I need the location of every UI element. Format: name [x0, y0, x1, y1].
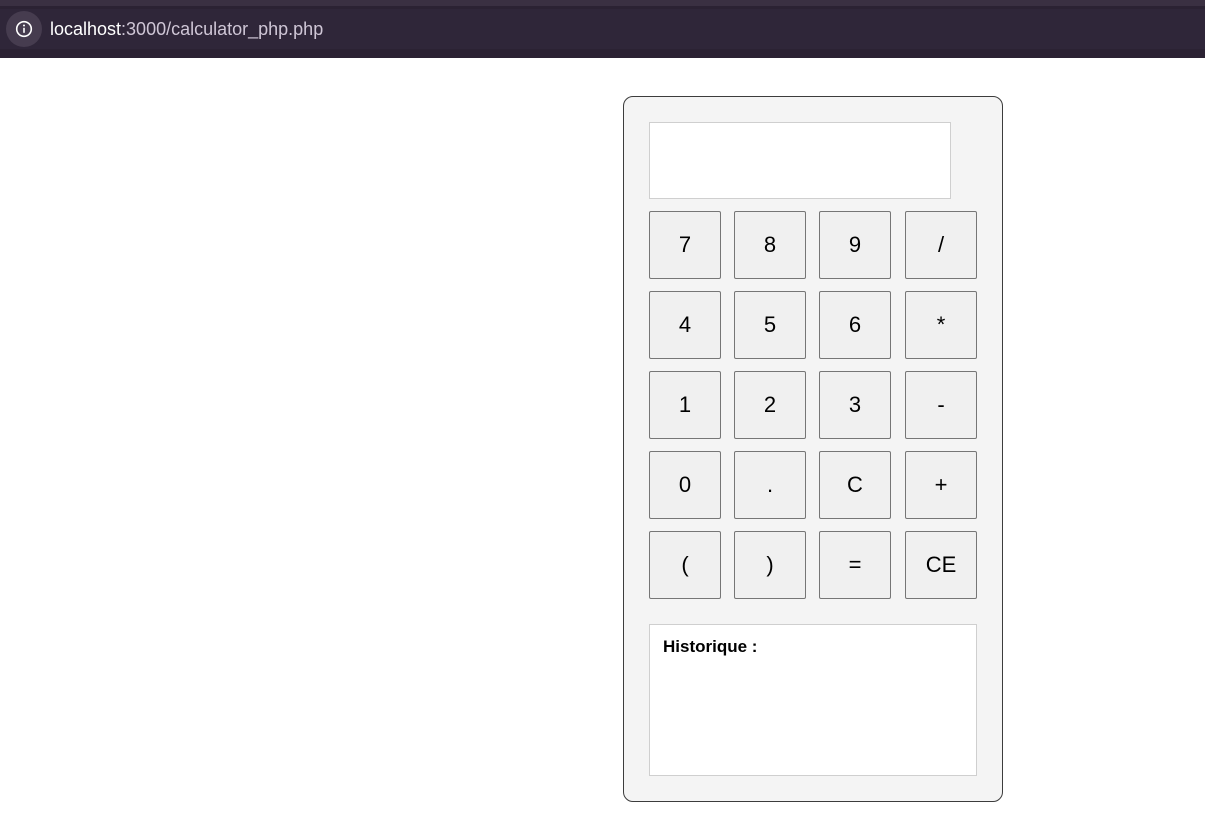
browser-toolbar: localhost:3000/calculator_php.php	[0, 0, 1205, 58]
url-text[interactable]: localhost:3000/calculator_php.php	[50, 18, 323, 40]
key-4[interactable]: 4	[649, 291, 721, 359]
key-2[interactable]: 2	[734, 371, 806, 439]
key-7[interactable]: 7	[649, 211, 721, 279]
key-close-paren[interactable]: )	[734, 531, 806, 599]
calculator-display[interactable]	[649, 122, 951, 199]
key-5[interactable]: 5	[734, 291, 806, 359]
calculator-panel: 7 8 9 / 4 5 6 * 1 2 3 - 0 . C + ( ) = CE…	[623, 96, 1003, 802]
url-host: localhost	[50, 19, 122, 39]
history-panel: Historique :	[649, 624, 977, 776]
key-subtract[interactable]: -	[905, 371, 977, 439]
key-1[interactable]: 1	[649, 371, 721, 439]
key-8[interactable]: 8	[734, 211, 806, 279]
history-title: Historique :	[663, 637, 758, 656]
address-bar[interactable]: localhost:3000/calculator_php.php	[0, 9, 1205, 49]
key-clear[interactable]: C	[819, 451, 891, 519]
key-clear-entry[interactable]: CE	[905, 531, 977, 599]
key-0[interactable]: 0	[649, 451, 721, 519]
url-path: :3000/calculator_php.php	[121, 19, 324, 39]
key-multiply[interactable]: *	[905, 291, 977, 359]
site-info-icon[interactable]	[6, 11, 42, 47]
key-decimal[interactable]: .	[734, 451, 806, 519]
key-3[interactable]: 3	[819, 371, 891, 439]
key-equals[interactable]: =	[819, 531, 891, 599]
key-9[interactable]: 9	[819, 211, 891, 279]
key-divide[interactable]: /	[905, 211, 977, 279]
key-6[interactable]: 6	[819, 291, 891, 359]
key-add[interactable]: +	[905, 451, 977, 519]
key-open-paren[interactable]: (	[649, 531, 721, 599]
